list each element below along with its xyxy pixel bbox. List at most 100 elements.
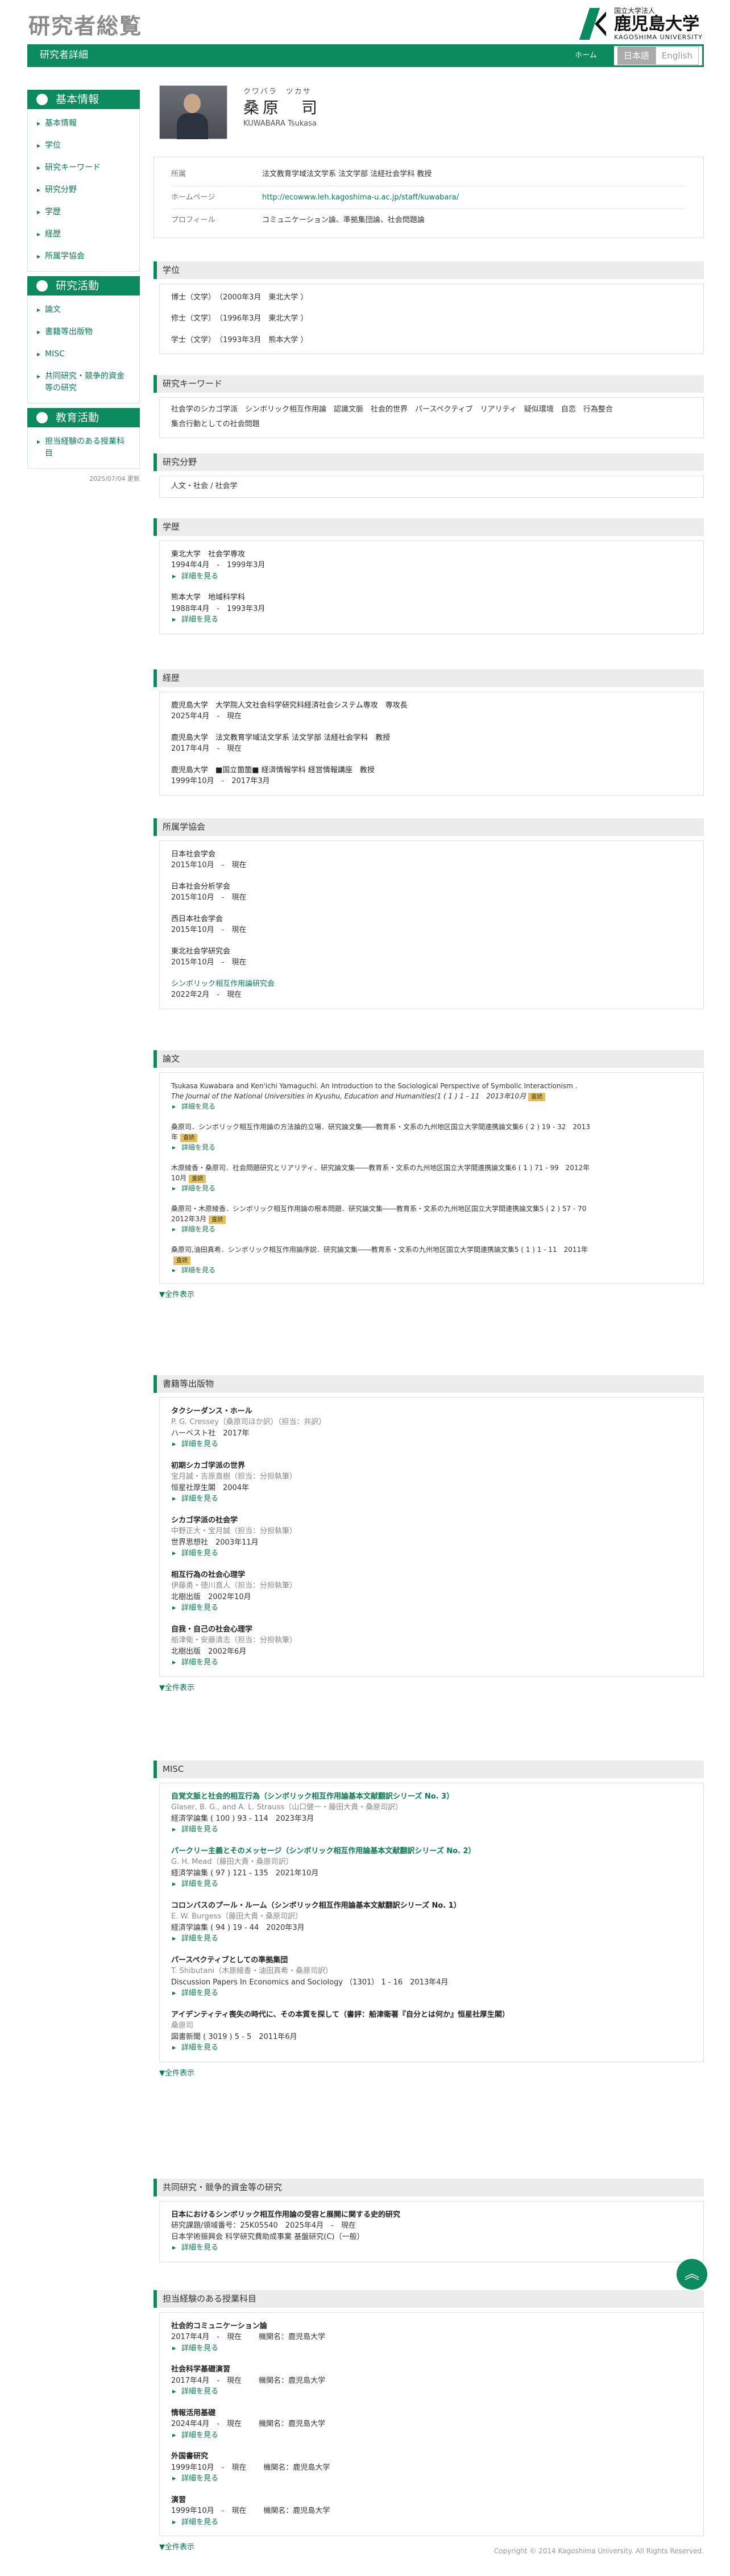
sidebar-item-grants[interactable]: 共同研究・競争的資金等の研究 — [28, 365, 139, 399]
detail-link[interactable]: 詳細を見る — [172, 571, 692, 582]
site-title[interactable]: 研究者総覧 — [28, 10, 142, 43]
detail-link[interactable]: 詳細を見る — [172, 1101, 692, 1112]
site-header: 研究者総覧 国立大学法人 鹿児島大学 KAGOSHIMA UNIVERSITY — [0, 0, 730, 44]
section-title: 研究キーワード — [154, 375, 704, 393]
detail-link[interactable]: 詳細を見る — [172, 1493, 692, 1505]
paper-item: 木原綾香・桑原司．社会問題研究とリアリティ．研究論文集――教育系・文系の九州地区… — [171, 1163, 692, 1193]
book-item: タクシーダンス・ホール P. G. Cressey（桑原司ほか訳）（担当：共訳）ハ… — [171, 1406, 692, 1450]
keywords-section: 研究キーワード 社会学のシカゴ学派 シンボリック相互作用論 認識文脈 社会的世界… — [154, 375, 704, 438]
sidebar-item-keywords[interactable]: 研究キーワード — [28, 157, 139, 179]
detail-link[interactable]: 詳細を見る — [172, 1933, 692, 1945]
sidebar-item-misc[interactable]: MISC — [28, 343, 139, 365]
back-to-top-button[interactable]: ︽ — [677, 2259, 707, 2290]
sidebar-item-courses[interactable]: 担当経験のある授業科目 — [28, 431, 139, 465]
paper-item: 桑原司,油田真希．シンボリック相互作用論序説．研究論文集――教育系・文系の九州地… — [171, 1245, 692, 1275]
section-title: 所属学協会 — [154, 818, 704, 836]
list-item: 西日本社会学会 2015年10月 - 現在 — [171, 914, 247, 935]
detail-link[interactable]: 詳細を見る — [172, 2517, 692, 2528]
education-section: 学歴 東北大学 社会学専攻1994年4月 - 1999年3月詳細を見る 熊本大学… — [154, 518, 704, 634]
person-icon — [36, 94, 48, 105]
list-item: 東北社会学研究会 2015年10月 - 現在 — [171, 947, 247, 967]
section-title: 学位 — [154, 261, 704, 279]
detail-link[interactable]: 詳細を見る — [172, 1603, 692, 1614]
sidebar-item-papers[interactable]: 論文 — [28, 299, 139, 321]
detail-link[interactable]: 詳細を見る — [172, 614, 692, 626]
affiliation-value: 法文教育学域法文学系 法文学部 法経社会学科 教授 — [262, 170, 432, 178]
field-section: 研究分野 人文・社会 / 社会学 — [154, 453, 704, 498]
detail-link[interactable]: 詳細を見る — [172, 2042, 692, 2054]
section-title: MISC — [154, 1761, 704, 1778]
misc-section: MISC 自覚文脈と社会的相互行為（シンボリック相互作用論基本文献翻訳シリーズ … — [154, 1761, 704, 2079]
homepage-label: ホームページ — [171, 193, 215, 202]
lang-english-button[interactable]: English — [655, 46, 699, 65]
section-title: 研究分野 — [154, 453, 704, 471]
detail-link[interactable]: 詳細を見る — [172, 1824, 692, 1836]
detail-link[interactable]: 詳細を見る — [172, 2343, 692, 2354]
list-item: 学士（文学） （1993年3月 熊本大学 ） — [171, 335, 308, 344]
society-link[interactable]: シンボリック相互作用論研究会 — [171, 980, 275, 988]
logo-name: 鹿児島大学 — [614, 14, 700, 34]
language-switch: 日本語 English — [613, 46, 702, 65]
sidebar-edu-header: 教育活動 — [27, 408, 140, 427]
affiliation-label: 所属 — [171, 170, 186, 178]
detail-link[interactable]: 詳細を見る — [172, 2473, 692, 2485]
list-item: 鹿児島大学 大学院人文社会科学研究科経済社会システム専攻 専攻長 2025年4月 … — [171, 701, 408, 721]
sidebar-item-education[interactable]: 学歴 — [28, 201, 139, 223]
lang-japanese-button[interactable]: 日本語 — [617, 46, 656, 65]
detail-link[interactable]: 詳細を見る — [172, 2430, 692, 2441]
peer-review-badge: 査読 — [528, 1092, 546, 1101]
graduation-cap-icon — [36, 412, 48, 423]
field-value: 人文・社会 / 社会学 — [171, 481, 238, 490]
list-item: 鹿児島大学 ■国立箇箇■ 経済情報学科 経営情報講座 教授 1999年10月 - … — [171, 765, 375, 786]
paper-item: 桑原司．シンボリック相互作用論の方法論的立場．研究論文集――教育系・文系の九州地… — [171, 1122, 692, 1152]
section-title: 論文 — [154, 1050, 704, 1068]
detail-link[interactable]: 詳細を見る — [172, 1224, 692, 1234]
sidebar-item-degree[interactable]: 学位 — [28, 135, 139, 157]
homepage-link[interactable]: http://ecowww.leh.kagoshima-u.ac.jp/staf… — [262, 192, 459, 203]
misc-item: 自覚文脈と社会的相互行為（シンボリック相互作用論基本文献翻訳シリーズ No. 3… — [171, 1791, 692, 1836]
detail-link[interactable]: 詳細を見る — [172, 1657, 692, 1668]
sidebar-item-societies[interactable]: 所属学協会 — [28, 245, 139, 268]
sidebar-item-books[interactable]: 書籍等出版物 — [28, 321, 139, 343]
detail-link[interactable]: 詳細を見る — [172, 1988, 692, 1999]
sidebar-research-header: 研究活動 — [27, 276, 140, 296]
list-item: 熊本大学 地域科学科1988年4月 - 1993年3月詳細を見る — [171, 592, 692, 626]
book-item: 初期シカゴ学派の世界宝月誠・吉原直樹（担当：分担執筆）恒星社厚生閣 2004年詳… — [171, 1460, 692, 1505]
book-item: シカゴ学派の社会学 中野正大・宝月誠（担当：分担執筆） 世界思想社 2003年11月… — [171, 1515, 692, 1559]
title-bar: 研究者詳細 ホーム 日本語 English — [27, 44, 704, 67]
section-title: 経歴 — [154, 669, 704, 687]
university-logo[interactable]: 国立大学法人 鹿児島大学 KAGOSHIMA UNIVERSITY — [579, 7, 703, 41]
course-item: 演習1999年10月 - 現在機関名：鹿児島大学詳細を見る — [171, 2495, 692, 2528]
detail-link[interactable]: 詳細を見る — [172, 1142, 692, 1152]
detail-link[interactable]: 詳細を見る — [172, 2242, 692, 2254]
section-title: 共同研究・競争的資金等の研究 — [154, 2179, 704, 2196]
misc-item: パースペクティブとしての準拠集団 T. Shibutani（木原綾香・油田真希・桑… — [171, 1955, 692, 1999]
list-item: 博士（文学） （2000年3月 東北大学 ） — [171, 293, 308, 302]
section-title: 担当経験のある授業科目 — [154, 2290, 704, 2308]
books-section: 書籍等出版物 タクシーダンス・ホール P. G. Cressey（桑原司ほか訳）（… — [154, 1375, 704, 1693]
detail-link[interactable]: 詳細を見る — [172, 1439, 692, 1450]
show-all-link[interactable]: ▼全件表示 — [159, 1683, 704, 1694]
keywords-text: 社会学のシカゴ学派 シンボリック相互作用論 認識文脈 社会的世界 パースペクティ… — [171, 405, 613, 414]
detail-link[interactable]: 詳細を見る — [172, 1548, 692, 1559]
keywords-text: 集合行動としての社会問題 — [171, 419, 260, 428]
sidebar-basic-list: 基本情報 学位 研究キーワード 研究分野 学歴 経歴 所属学協会 — [27, 109, 140, 272]
detail-link[interactable]: 詳細を見る — [172, 2386, 692, 2398]
show-all-link[interactable]: ▼全件表示 — [159, 2068, 704, 2079]
detail-link[interactable]: 詳細を見る — [172, 1879, 692, 1890]
detail-link[interactable]: 詳細を見る — [172, 1183, 692, 1193]
list-item: 日本社会学会 2015年10月 - 現在 — [171, 850, 247, 870]
detail-link[interactable]: 詳細を見る — [172, 1265, 692, 1275]
sidebar-item-field[interactable]: 研究分野 — [28, 179, 139, 201]
name-english: KUWABARA Tsukasa — [243, 119, 317, 128]
section-title: 学歴 — [154, 518, 704, 536]
list-item: 東北大学 社会学専攻1994年4月 - 1999年3月詳細を見る — [171, 549, 692, 582]
sidebar-item-career[interactable]: 経歴 — [28, 223, 139, 245]
sidebar-item-basic[interactable]: 基本情報 — [28, 113, 139, 135]
misc-item: コロンバスのプール・ルーム（シンボリック相互作用論基本文献翻訳シリーズ No. … — [171, 1900, 692, 1945]
sidebar-basic-header: 基本情報 — [27, 90, 140, 109]
profile-section: クワバラ ツカサ 桑原 司 KUWABARA Tsukasa 所属 法文教育学域法… — [154, 83, 704, 238]
researcher-photo — [159, 85, 227, 139]
show-all-link[interactable]: ▼全件表示 — [159, 1289, 704, 1301]
home-link[interactable]: ホーム — [575, 50, 597, 61]
